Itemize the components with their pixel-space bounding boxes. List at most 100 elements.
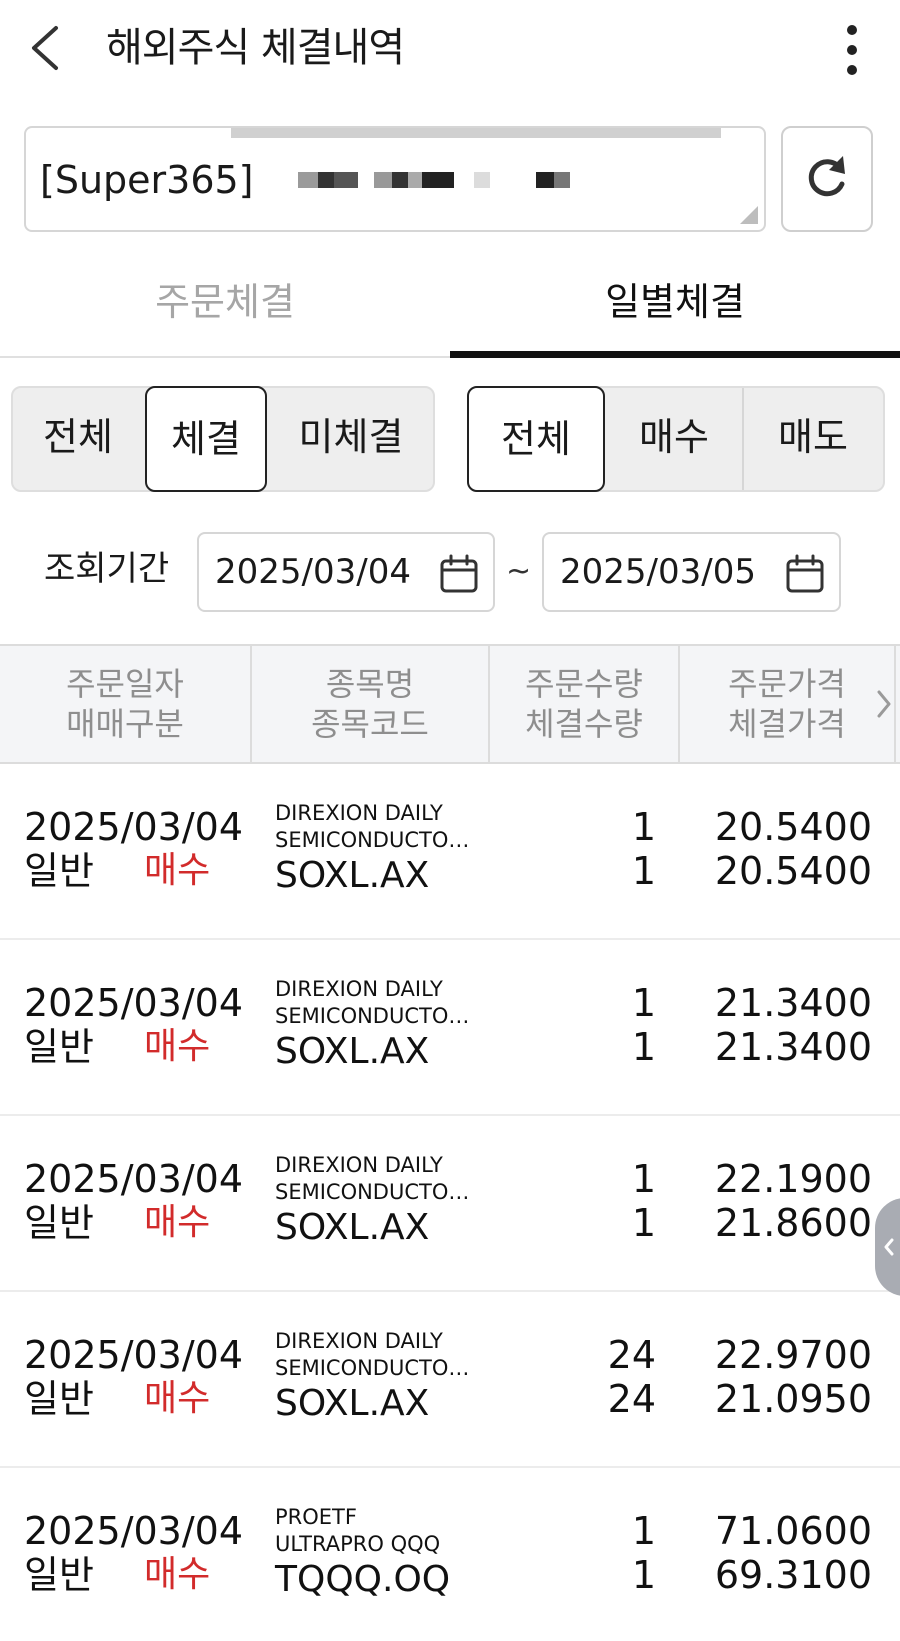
order-price: 20.5400 [714, 805, 872, 849]
stock-name-line1: DIREXION DAILY [275, 1329, 443, 1353]
account-selector[interactable]: [Super365] [24, 126, 766, 232]
header-line: 종목코드 [311, 705, 429, 743]
active-tab-indicator [450, 351, 900, 358]
order-quantity: 1 [631, 1157, 656, 1201]
order-price: 71.0600 [714, 1509, 872, 1553]
table-row[interactable]: 2025/03/04 일반 매수 DIREXION DAILY SEMICOND… [0, 764, 900, 940]
stock-name-line2: SEMICONDUCTO… [275, 828, 470, 852]
chevron-right-icon[interactable] [874, 686, 894, 722]
header-line: 매매구분 [66, 705, 184, 743]
screen: 해외주식 체결내역 [Super365] 주문체결 일별체결 전체 체결 미체결… [0, 0, 900, 1641]
filled-quantity: 24 [607, 1377, 656, 1421]
status-unfilled-button[interactable]: 미체결 [267, 386, 435, 492]
back-button[interactable] [24, 22, 72, 74]
header-line: 체결가격 [728, 705, 846, 743]
trade-kind: 일반 [24, 1025, 94, 1069]
table-row[interactable]: 2025/03/04 일반 매수 DIREXION DAILY SEMICOND… [0, 1292, 900, 1468]
stock-name-line1: DIREXION DAILY [275, 801, 443, 825]
table-header: 주문일자 매매구분 종목명 종목코드 주문수량 체결수량 주문가격 체결가격 [0, 644, 900, 764]
order-quantity: 1 [631, 1509, 656, 1553]
status-filter: 전체 체결 미체결 [11, 386, 435, 492]
side-all-button[interactable]: 전체 [467, 386, 605, 492]
date-to-value: 2025/03/05 [560, 552, 756, 592]
calendar-icon[interactable] [785, 554, 825, 594]
account-prefix: [Super365] [40, 158, 254, 202]
more-button[interactable] [836, 22, 868, 78]
stock-code: SOXL.AX [275, 1031, 430, 1072]
page-title: 해외주식 체결내역 [106, 25, 405, 71]
table-row[interactable]: 2025/03/04 일반 매수 PROETF ULTRAPRO QQQ TQQ… [0, 1468, 900, 1641]
tab-bar: 주문체결 일별체결 [0, 262, 900, 358]
order-quantity: 1 [631, 805, 656, 849]
order-price: 22.1900 [714, 1157, 872, 1201]
stock-name-line2: ULTRAPRO QQQ [275, 1532, 441, 1556]
date-from-value: 2025/03/04 [215, 552, 411, 592]
stock-code: SOXL.AX [275, 855, 430, 896]
trade-side: 매수 [144, 1026, 211, 1067]
more-vertical-icon [847, 25, 857, 75]
trade-side: 매수 [144, 850, 211, 891]
filled-quantity: 1 [631, 1025, 656, 1069]
filled-quantity: 1 [631, 1201, 656, 1245]
order-date: 2025/03/04 [24, 1333, 244, 1377]
order-date: 2025/03/04 [24, 1509, 244, 1553]
masked-account-number [238, 158, 608, 202]
stock-code: TQQQ.OQ [275, 1559, 451, 1600]
order-date: 2025/03/04 [24, 1157, 244, 1201]
header-quantity: 주문수량 체결수량 [490, 646, 678, 762]
order-price: 21.3400 [714, 981, 872, 1025]
trade-kind: 일반 [24, 849, 94, 893]
filled-quantity: 1 [631, 1553, 656, 1597]
filled-price: 20.5400 [714, 849, 872, 893]
chevron-left-icon [884, 1238, 894, 1256]
status-all-button[interactable]: 전체 [11, 386, 145, 492]
status-filled-button[interactable]: 체결 [145, 386, 267, 492]
stock-name-line1: DIREXION DAILY [275, 1153, 443, 1177]
order-date: 2025/03/04 [24, 981, 244, 1025]
filled-price: 21.3400 [714, 1025, 872, 1069]
header-divider [894, 646, 896, 762]
header-line: 종목명 [325, 665, 415, 703]
refresh-icon [808, 156, 845, 197]
tab-daily-fills[interactable]: 일별체결 [450, 262, 900, 358]
trade-kind: 일반 [24, 1377, 94, 1421]
order-quantity: 24 [607, 1333, 656, 1377]
side-panel-handle[interactable] [875, 1198, 900, 1296]
table-row[interactable]: 2025/03/04 일반 매수 DIREXION DAILY SEMICOND… [0, 940, 900, 1116]
side-buy-button[interactable]: 매수 [605, 386, 743, 492]
date-to-field[interactable]: 2025/03/05 [542, 532, 841, 612]
trade-side: 매수 [144, 1378, 211, 1419]
order-quantity: 1 [631, 981, 656, 1025]
filled-quantity: 1 [631, 849, 656, 893]
side-sell-button[interactable]: 매도 [743, 386, 883, 492]
stock-name-line2: SEMICONDUCTO… [275, 1356, 470, 1380]
stock-name-line2: SEMICONDUCTO… [275, 1004, 470, 1028]
order-date: 2025/03/04 [24, 805, 244, 849]
stock-code: SOXL.AX [275, 1383, 430, 1424]
date-from-field[interactable]: 2025/03/04 [197, 532, 495, 612]
header-price: 주문가격 체결가격 [680, 646, 894, 762]
header-line: 주문일자 [66, 665, 184, 703]
refresh-button[interactable] [781, 126, 873, 232]
resize-grip-icon [740, 206, 758, 224]
header-line: 체결수량 [525, 705, 643, 743]
stock-name-line1: DIREXION DAILY [275, 977, 443, 1001]
side-filter: 전체 매수 매도 [467, 386, 885, 492]
filled-price: 21.8600 [714, 1201, 872, 1245]
header-line: 주문수량 [525, 665, 643, 703]
filled-price: 69.3100 [714, 1553, 872, 1597]
period-separator: ~ [506, 554, 532, 589]
trade-side: 매수 [144, 1554, 211, 1595]
app-header: 해외주식 체결내역 [0, 0, 900, 100]
order-price: 22.9700 [714, 1333, 872, 1377]
stock-code: SOXL.AX [275, 1207, 430, 1248]
stock-name-line1: PROETF [275, 1505, 357, 1529]
header-date-kind: 주문일자 매매구분 [0, 646, 250, 762]
table-row[interactable]: 2025/03/04 일반 매수 DIREXION DAILY SEMICOND… [0, 1116, 900, 1292]
header-line: 주문가격 [728, 665, 846, 703]
calendar-icon[interactable] [439, 554, 479, 594]
account-scrollbar [231, 128, 721, 138]
tab-order-fills[interactable]: 주문체결 [0, 262, 450, 358]
header-name-code: 종목명 종목코드 [252, 646, 488, 762]
trade-kind: 일반 [24, 1553, 94, 1597]
